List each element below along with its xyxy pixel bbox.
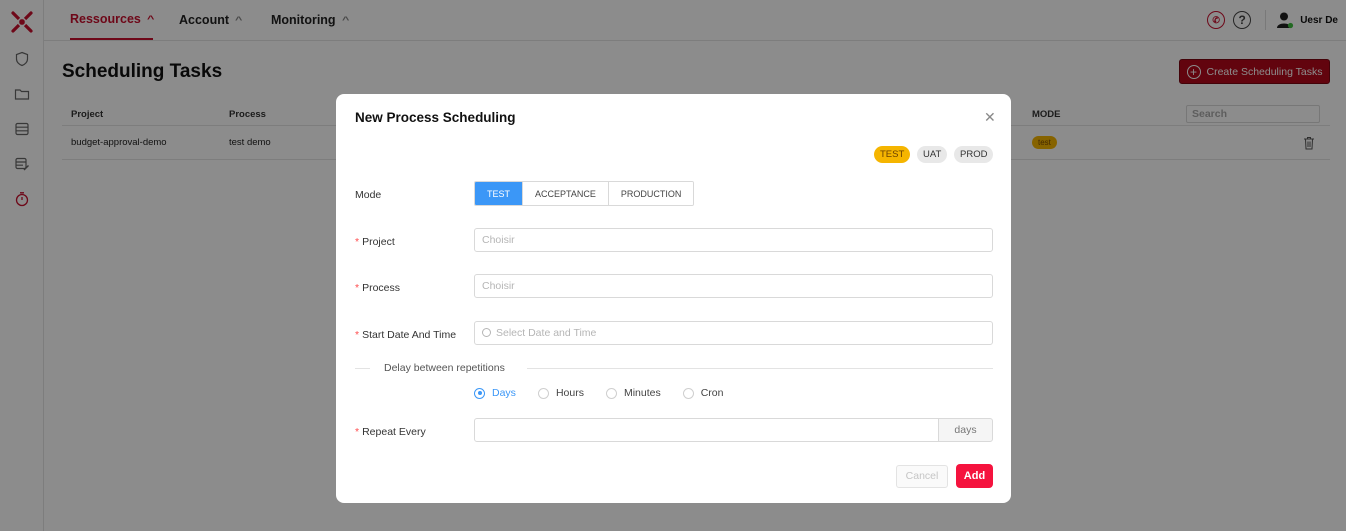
repeat-unit-radio-group: Days Hours Minutes Cron <box>474 387 745 399</box>
radio-dot <box>682 387 694 399</box>
required-marker: * <box>355 329 360 341</box>
mode-label: Mode <box>355 189 382 201</box>
required-marker: * <box>355 426 360 438</box>
start-date-label: * Start Date And Time <box>355 329 456 341</box>
radio-dot <box>474 387 485 399</box>
repeat-unit-addon: days <box>938 418 993 442</box>
mode-selector: TEST ACCEPTANCE PRODUCTION <box>474 181 695 206</box>
add-button[interactable]: Add <box>956 464 993 488</box>
env-tag-uat[interactable]: UAT <box>917 146 948 163</box>
mode-option-test[interactable]: TEST <box>475 182 523 205</box>
repeat-every-label: * Repeat Every <box>355 426 426 438</box>
mode-option-production[interactable]: PRODUCTION <box>607 182 694 205</box>
radio-cron-label: Cron <box>700 387 724 399</box>
delay-divider-text: Delay between repetitions <box>384 362 505 374</box>
env-tag-test[interactable]: TEST <box>874 146 911 163</box>
required-marker: * <box>355 236 360 248</box>
start-date-placeholder: Select Date and Time <box>496 327 597 339</box>
cancel-button[interactable]: Cancel <box>896 465 948 488</box>
required-marker: * <box>355 282 360 294</box>
modal-title: New Process Scheduling <box>355 110 516 125</box>
start-date-picker[interactable]: Select Date and Time <box>474 321 993 345</box>
radio-hours-label: Hours <box>555 387 584 399</box>
process-label-text: Process <box>362 282 401 294</box>
mode-option-acceptance[interactable]: ACCEPTANCE <box>522 182 608 205</box>
radio-hours[interactable]: Hours <box>537 387 584 399</box>
process-label: * Process <box>355 282 400 294</box>
divider <box>355 368 370 369</box>
radio-minutes-label: Minutes <box>623 387 661 399</box>
repeat-every-input[interactable] <box>474 418 939 442</box>
clock-icon <box>482 328 491 337</box>
project-label-text: Project <box>362 236 395 248</box>
repeat-every-label-text: Repeat Every <box>362 426 426 438</box>
project-label: * Project <box>355 236 395 248</box>
project-select[interactable]: Choisir <box>474 228 993 252</box>
divider <box>527 368 993 369</box>
start-date-label-text: Start Date And Time <box>362 329 457 341</box>
close-icon[interactable]: ✕ <box>984 109 996 126</box>
env-tag-prod[interactable]: PROD <box>954 146 994 163</box>
process-select[interactable]: Choisir <box>474 274 993 298</box>
radio-days[interactable]: Days <box>474 387 516 399</box>
new-process-scheduling-dialog: New Process Scheduling ✕ TEST UAT PROD M… <box>336 94 1011 503</box>
radio-dot <box>605 387 617 399</box>
radio-days-label: Days <box>492 387 516 399</box>
radio-cron[interactable]: Cron <box>682 387 724 399</box>
radio-dot <box>537 387 549 399</box>
radio-minutes[interactable]: Minutes <box>605 387 661 399</box>
